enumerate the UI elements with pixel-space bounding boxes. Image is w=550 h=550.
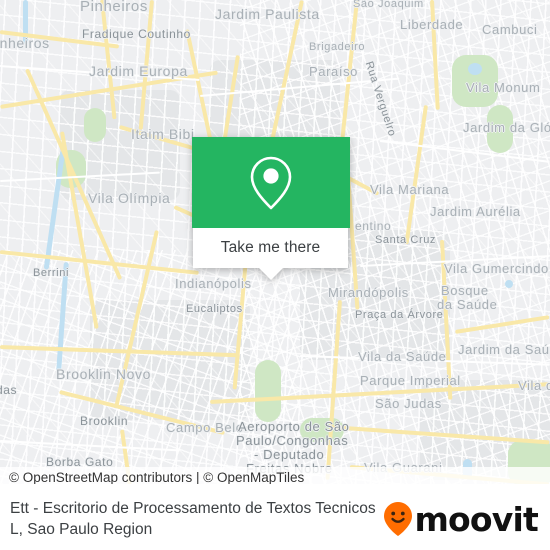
callout-action-bar[interactable]: Take me there (193, 228, 348, 268)
map-park (84, 108, 106, 142)
callout-header (192, 137, 350, 228)
moovit-smiley-pin-icon (384, 502, 413, 536)
page-footer: Ett - Escritorio de Processamento de Tex… (0, 488, 550, 550)
page-title: Ett - Escritorio de Processamento de Tex… (10, 500, 376, 538)
map-park (487, 105, 513, 153)
map-water (468, 63, 482, 75)
map-pin-icon (250, 156, 292, 209)
map-attribution-bar: © OpenStreetMap contributors | © OpenMap… (0, 467, 550, 484)
moovit-wordmark: moovit (414, 499, 538, 539)
map-attribution-text[interactable]: © OpenStreetMap contributors | © OpenMap… (0, 470, 304, 484)
map-park (300, 418, 344, 442)
callout-tail (259, 268, 283, 280)
map-park (255, 360, 281, 422)
map-canvas[interactable]: PinheirosPinheirosFradique CoutinhoJardi… (0, 0, 550, 484)
take-me-there-label: Take me there (220, 239, 321, 256)
moovit-logo[interactable]: moovit (383, 501, 550, 537)
moovit-station-map-page: PinheirosPinheirosFradique CoutinhoJardi… (0, 0, 550, 550)
take-me-there-callout[interactable]: Take me there (192, 137, 350, 280)
map-water (505, 280, 513, 288)
